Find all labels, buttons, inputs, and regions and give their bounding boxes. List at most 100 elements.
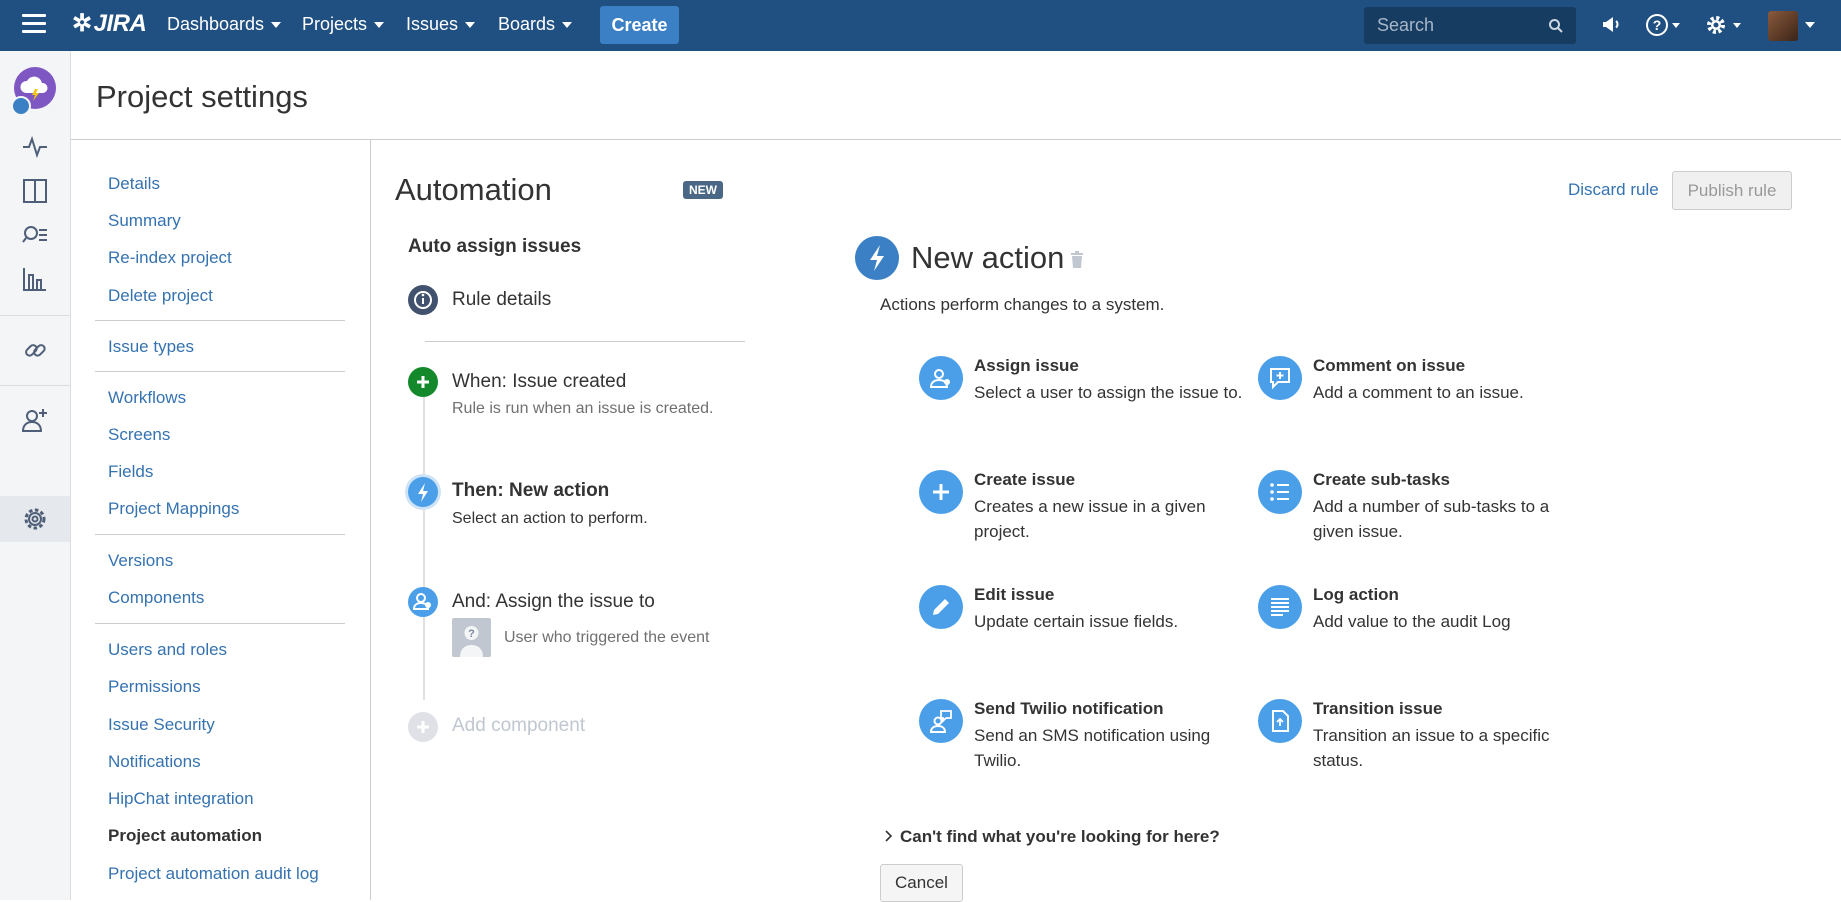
sidebar-item-project-mappings[interactable]: Project Mappings (108, 499, 239, 519)
add-component-link[interactable]: Add component (452, 715, 585, 737)
sidebar-item-issue-types[interactable]: Issue types (108, 337, 194, 357)
activity-icon[interactable] (21, 133, 49, 161)
trash-icon[interactable] (1069, 251, 1085, 269)
reports-icon[interactable] (21, 265, 49, 293)
chevron-down-icon (271, 22, 282, 29)
sidebar-item-delete-project[interactable]: Delete project (108, 286, 213, 306)
action-description: Transition an issue to a specific status… (1313, 726, 1550, 770)
trigger-step-title[interactable]: When: Issue created (452, 371, 626, 393)
info-icon[interactable] (408, 285, 438, 315)
automation-title: Automation (395, 172, 552, 207)
top-navigation-bar: ✲JIRA Dashboards Projects Issues Boards … (0, 0, 1841, 51)
action-lightning-icon[interactable] (408, 477, 438, 507)
settings-gear-icon[interactable] (1704, 12, 1744, 38)
chevron-right-icon[interactable] (885, 830, 893, 842)
search-box (1364, 7, 1576, 44)
action-description: Update certain issue fields. (974, 612, 1179, 631)
action-description: Select a user to assign the issue to. (974, 383, 1243, 402)
svg-text:?: ? (1653, 17, 1662, 33)
sidebar-item-issue-security[interactable]: Issue Security (108, 715, 215, 735)
sidebar-item-summary[interactable]: Summary (108, 211, 181, 231)
assign-step-description: User who triggered the event (504, 629, 710, 646)
nav-boards[interactable]: Boards (498, 14, 573, 35)
action-title: Create sub-tasks (1313, 470, 1451, 489)
nav-dashboards-label: Dashboards (167, 14, 265, 34)
chevron-down-icon[interactable] (1804, 21, 1816, 29)
jira-logo-mark-icon: ✲ (72, 10, 92, 37)
nav-dashboards[interactable]: Dashboards (167, 14, 282, 35)
cancel-button[interactable]: Cancel (880, 864, 963, 902)
nav-divider (95, 371, 345, 372)
project-settings-nav: Details Summary Re-index project Delete … (71, 140, 371, 900)
nav-projects[interactable]: Projects (302, 14, 385, 35)
sidebar-item-versions[interactable]: Versions (108, 551, 173, 571)
action-step-title[interactable]: Then: New action (452, 480, 609, 502)
action-title: Transition issue (1313, 699, 1443, 718)
action-description: Add value to the audit Log (1313, 612, 1511, 631)
page-header: Project settings (71, 51, 1841, 140)
user-avatar[interactable] (1768, 11, 1798, 41)
sidebar-item-users-and-roles[interactable]: Users and roles (108, 640, 227, 660)
jira-logo[interactable]: ✲JIRA (72, 9, 147, 38)
action-description: Add a number of sub-tasks to a given iss… (1313, 497, 1550, 541)
create-issue-plus-icon (919, 470, 963, 514)
menu-icon[interactable] (22, 14, 46, 36)
nav-issues-label: Issues (406, 14, 459, 34)
action-description: Add a comment to an issue. (1313, 383, 1524, 402)
twilio-notification-icon (919, 699, 963, 743)
nav-divider (95, 320, 345, 321)
project-sidebar-rail (0, 51, 71, 900)
nav-divider (95, 623, 345, 624)
sidebar-item-screens[interactable]: Screens (108, 425, 170, 445)
trigger-plus-icon[interactable] (408, 367, 438, 397)
sidebar-item-permissions[interactable]: Permissions (108, 677, 201, 697)
add-component-icon[interactable] (408, 712, 438, 742)
rule-details-link[interactable]: Rule details (452, 289, 551, 311)
megaphone-icon[interactable] (1600, 12, 1624, 36)
sidebar-item-workflows[interactable]: Workflows (108, 388, 186, 408)
nav-divider (95, 534, 345, 535)
sidebar-item-project-automation[interactable]: Project automation (108, 826, 262, 846)
sidebar-item-components[interactable]: Components (108, 588, 204, 608)
sidebar-item-details[interactable]: Details (108, 174, 160, 194)
action-title: Assign issue (974, 356, 1079, 375)
edit-pencil-icon (919, 585, 963, 629)
publish-rule-button[interactable]: Publish rule (1672, 171, 1792, 210)
action-title: Create issue (974, 470, 1076, 489)
transition-document-icon (1258, 699, 1302, 743)
search-icon[interactable] (1548, 18, 1564, 34)
nav-issues[interactable]: Issues (406, 14, 476, 35)
unknown-user-avatar: ? (452, 618, 491, 657)
comment-icon (1258, 356, 1302, 400)
action-title: Log action (1313, 585, 1399, 604)
search-issues-icon[interactable] (21, 221, 49, 249)
sidebar-item-fields[interactable]: Fields (108, 462, 153, 482)
link-icon[interactable] (21, 336, 49, 364)
sidebar-item-notifications[interactable]: Notifications (108, 752, 201, 772)
question-mark-icon: ? (460, 626, 483, 657)
step-connector-line (423, 390, 425, 700)
new-action-description: Actions perform changes to a system. (880, 295, 1165, 314)
board-icon[interactable] (21, 177, 49, 205)
chevron-down-icon (374, 22, 385, 29)
rule-details-divider (425, 341, 745, 342)
sidebar-item-hipchat-integration[interactable]: HipChat integration (108, 789, 254, 809)
project-settings-gear-icon[interactable] (21, 505, 49, 533)
new-badge: NEW (683, 181, 723, 199)
sub-tasks-list-icon (1258, 470, 1302, 514)
assign-step-title[interactable]: And: Assign the issue to (452, 591, 655, 613)
svg-text:?: ? (468, 628, 475, 640)
sidebar-item-project-automation-audit-log[interactable]: Project automation audit log (108, 864, 319, 884)
cant-find-expander[interactable]: Can't find what you're looking for here? (900, 827, 1220, 847)
assign-user-icon[interactable] (408, 587, 438, 617)
new-action-title: New action (911, 240, 1065, 275)
sidebar-item-reindex-project[interactable]: Re-index project (108, 248, 232, 268)
add-user-icon[interactable] (21, 406, 49, 434)
create-button[interactable]: Create (600, 6, 679, 44)
nav-projects-label: Projects (302, 14, 368, 34)
chat-badge-icon (11, 96, 31, 116)
discard-rule-link[interactable]: Discard rule (1568, 180, 1659, 200)
help-icon[interactable]: ? (1645, 12, 1681, 38)
search-input[interactable] (1375, 14, 1539, 37)
new-action-lightning-icon (855, 236, 899, 280)
